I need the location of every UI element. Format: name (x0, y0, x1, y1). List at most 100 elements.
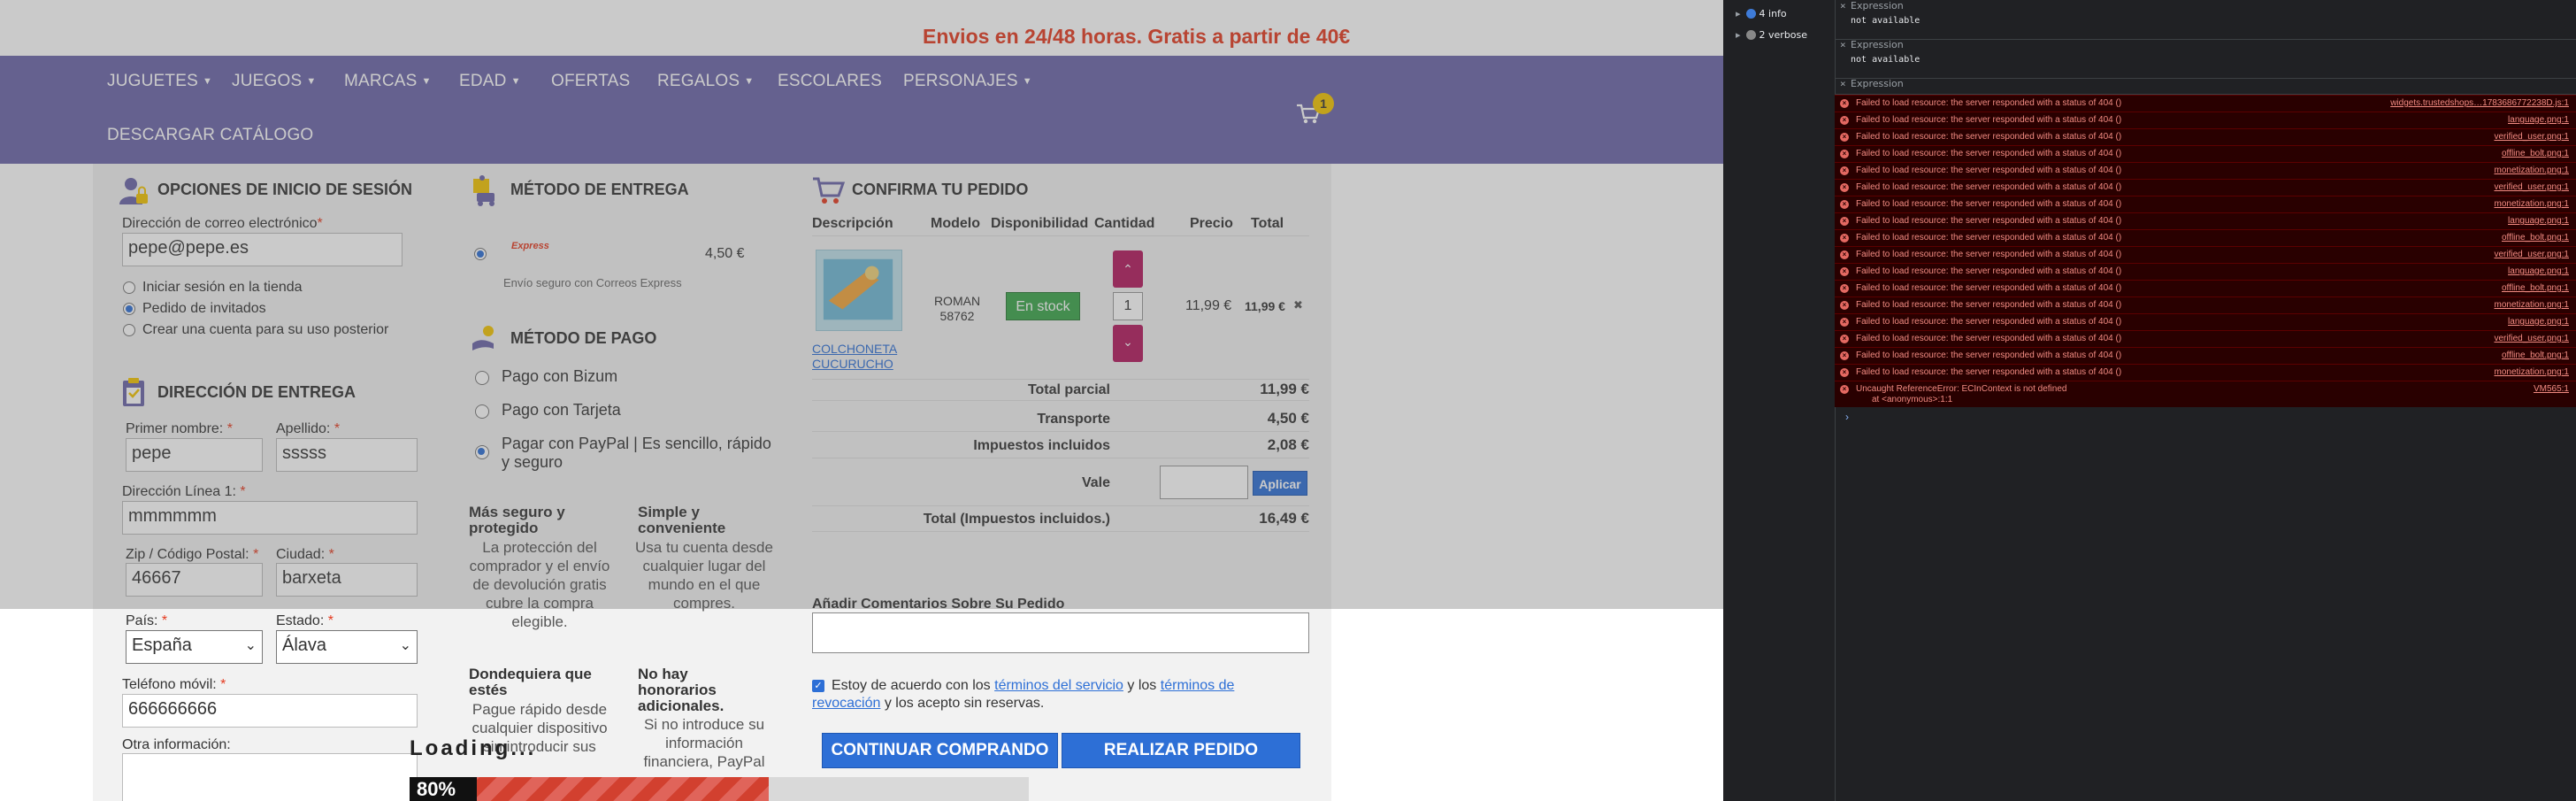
error-source-link[interactable]: language.png:1 (2508, 317, 2569, 327)
console-error-row: × Failed to load resource: the server res… (1835, 347, 2576, 364)
nav-item-descargar-catalogo[interactable]: DESCARGAR CATÁLOGO (107, 126, 313, 145)
state-select[interactable]: Álava ⌄ (276, 630, 418, 664)
error-source-link[interactable]: verified_user.png:1 (2494, 334, 2569, 343)
console-error-row: × Failed to load resource: the server res… (1835, 112, 2576, 128)
nav-item-juegos[interactable]: JUEGOS ▼ (232, 72, 316, 91)
radio-guest-order[interactable] (123, 303, 135, 315)
banner-text: Envios en 24/48 horas. Gratis a partir d… (923, 25, 1351, 48)
shipping-banner: Envios en 24/48 horas. Gratis a partir d… (0, 0, 1723, 56)
error-message: Failed to load resource: the server resp… (1856, 300, 2122, 310)
radio-paypal[interactable] (475, 445, 489, 459)
error-source-link[interactable]: verified_user.png:1 (2494, 250, 2569, 259)
order-title: CONFIRMA TU PEDIDO (852, 181, 1029, 198)
other-info-field[interactable] (122, 753, 418, 801)
place-order-button[interactable]: REALIZAR PEDIDO (1062, 733, 1300, 768)
qty-increase-button[interactable]: ⌃ (1113, 250, 1143, 288)
filter-verbose[interactable]: ▸ 2 verbose (1736, 29, 1807, 41)
nav-item-juguetes[interactable]: JUGUETES ▼ (107, 72, 212, 91)
live-expression[interactable]: × Expression (1835, 78, 2576, 95)
error-source-link[interactable]: offline_bolt.png:1 (2502, 233, 2569, 243)
qty-decrease-button[interactable]: ⌄ (1113, 325, 1143, 362)
error-source-link[interactable]: verified_user.png:1 (2494, 132, 2569, 142)
error-source-link[interactable]: offline_bolt.png:1 (2502, 350, 2569, 360)
error-source-link[interactable]: monetization.png:1 (2494, 300, 2569, 310)
nav-item-marcas[interactable]: MARCAS ▼ (344, 72, 432, 91)
voucher-field[interactable] (1160, 466, 1248, 499)
remove-item-icon[interactable]: ✖ (1293, 298, 1303, 312)
address-line1-field[interactable]: mmmmmm (122, 501, 418, 535)
col-total: Total (1251, 216, 1284, 231)
console-error-row: × Failed to load resource: the server res… (1835, 196, 2576, 212)
console-prompt[interactable]: › (1845, 411, 1849, 423)
error-source-link[interactable]: monetization.png:1 (2494, 199, 2569, 209)
address-line1-label: Dirección Línea 1: * (122, 484, 246, 499)
close-icon[interactable]: × (1840, 39, 1846, 50)
error-source-link[interactable]: language.png:1 (2508, 216, 2569, 226)
product-image[interactable] (816, 250, 902, 331)
error-source-link[interactable]: monetization.png:1 (2494, 166, 2569, 175)
nav-item-escolares[interactable]: ESCOLARES (778, 72, 882, 91)
console-error-row: × Failed to load resource: the server res… (1835, 263, 2576, 280)
country-select[interactable]: España ⌄ (126, 630, 263, 664)
chevron-down-icon: ▼ (306, 76, 317, 87)
error-icon: × (1840, 166, 1849, 175)
grand-total-label: Total (Impuestos incluidos.) (923, 512, 1110, 527)
qty-field[interactable]: 1 (1113, 292, 1143, 320)
zip-label: Zip / Código Postal: * (126, 547, 259, 562)
error-icon: × (1840, 385, 1849, 394)
nav-item-edad[interactable]: EDAD ▼ (459, 72, 521, 91)
comments-field[interactable] (812, 612, 1309, 653)
zip-field[interactable]: 46667 (126, 563, 263, 597)
payment-hand-icon (472, 326, 494, 350)
error-source-link[interactable]: VM565:1 (2534, 384, 2569, 394)
chevron-up-icon: ⌃ (1123, 262, 1133, 276)
product-link[interactable]: COLCHONETA CUCURUCHO (812, 342, 918, 372)
item-total: 11,99 € (1245, 299, 1285, 313)
error-message: Failed to load resource: the server resp… (1856, 149, 2122, 158)
live-expression[interactable]: × Expression not available (1835, 39, 2576, 79)
error-source-link[interactable]: verified_user.png:1 (2494, 182, 2569, 192)
voucher-label: Vale (1081, 475, 1110, 490)
user-lock-icon (119, 178, 148, 204)
apply-voucher-button[interactable]: Aplicar (1253, 471, 1307, 496)
product-model: ROMAN 58762 (933, 294, 981, 323)
error-icon: × (1840, 301, 1849, 310)
console-error-row: × Failed to load resource: the server res… (1835, 179, 2576, 196)
terms-service-link[interactable]: términos del servicio (994, 678, 1123, 693)
error-message: Failed to load resource: the server resp… (1856, 115, 2122, 125)
email-field[interactable]: pepe@pepe.es (122, 233, 402, 266)
nav-item-ofertas[interactable]: OFERTAS (551, 72, 630, 91)
filter-info[interactable]: ▸ 4 info (1736, 8, 1787, 19)
error-source-link[interactable]: monetization.png:1 (2494, 367, 2569, 377)
chevron-down-icon: ⌄ (1123, 335, 1133, 349)
error-icon: × (1840, 200, 1849, 209)
last-name-field[interactable]: sssss (276, 438, 418, 472)
error-source-link[interactable]: offline_bolt.png:1 (2502, 149, 2569, 158)
error-source-link[interactable]: offline_bolt.png:1 (2502, 283, 2569, 293)
table-divider (812, 400, 1309, 401)
feature-text: Usa tu cuenta desde cualquier lugar del … (635, 539, 773, 612)
error-message: Failed to load resource: the server resp… (1856, 350, 2122, 360)
radio-correos-express[interactable] (474, 248, 487, 260)
phone-field[interactable]: 666666666 (122, 694, 418, 728)
live-expression[interactable]: × Expression not available (1835, 0, 2576, 40)
close-icon[interactable]: × (1840, 78, 1846, 89)
nav-item-personajes[interactable]: PERSONAJES ▼ (903, 72, 1032, 91)
error-icon: × (1840, 150, 1849, 158)
error-source-link[interactable]: language.png:1 (2508, 115, 2569, 125)
radio-create-account[interactable] (123, 324, 135, 336)
error-source-link[interactable]: widgets.trustedshops…1783686772238D.js:1 (2390, 98, 2569, 108)
correos-express-logo: Express (511, 241, 549, 251)
subtotal-value: 11,99 € (1260, 381, 1309, 397)
radio-card[interactable] (475, 404, 489, 419)
chevron-down-icon: ▼ (421, 76, 432, 87)
city-field[interactable]: barxeta (276, 563, 418, 597)
nav-item-regalos[interactable]: REGALOS ▼ (657, 72, 754, 91)
close-icon[interactable]: × (1840, 0, 1846, 12)
error-source-link[interactable]: language.png:1 (2508, 266, 2569, 276)
feature-text: Si no introduce su información financier… (643, 716, 765, 770)
first-name-field[interactable]: pepe (126, 438, 263, 472)
radio-login-store[interactable] (123, 281, 135, 294)
continue-shopping-button[interactable]: CONTINUAR COMPRANDO (822, 733, 1058, 768)
radio-bizum[interactable] (475, 371, 489, 385)
